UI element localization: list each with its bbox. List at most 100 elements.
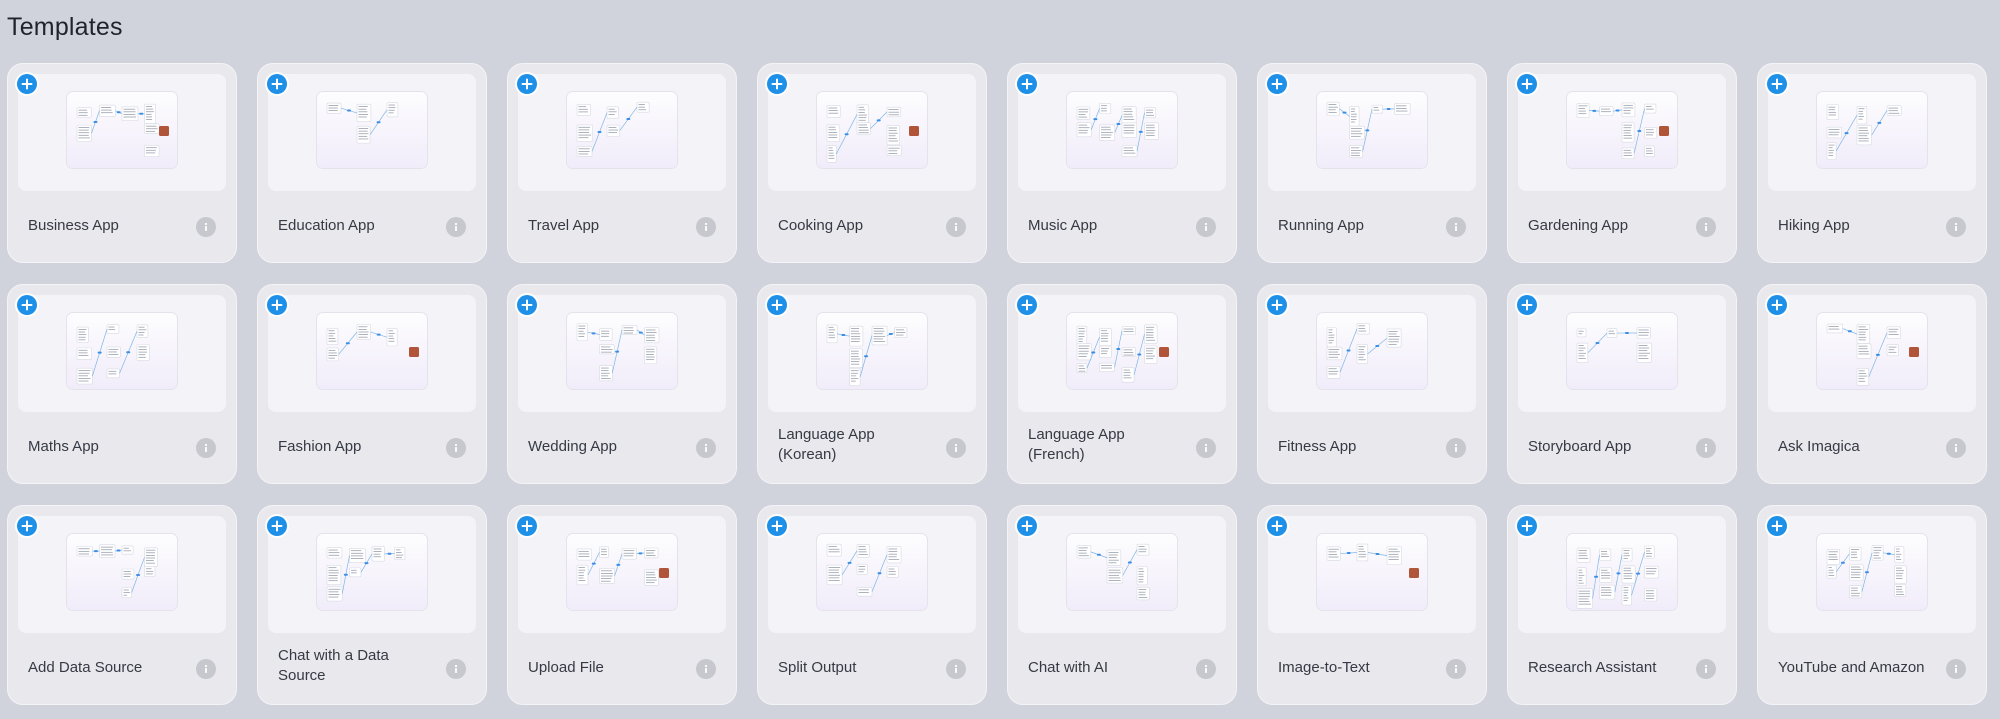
template-preview [518,295,726,412]
flow-diagram-icon [1076,102,1159,158]
info-icon[interactable] [196,217,216,237]
info-icon[interactable] [1196,217,1216,237]
template-card[interactable]: Fashion App [257,284,487,484]
plus-icon[interactable] [1517,295,1537,315]
template-preview [1018,74,1226,191]
info-icon[interactable] [446,438,466,458]
info-icon[interactable] [946,217,966,237]
template-card[interactable]: Cooking App [757,63,987,263]
plus-icon[interactable] [1267,295,1287,315]
template-card[interactable]: Split Output [757,505,987,705]
info-icon[interactable] [1446,438,1466,458]
template-card[interactable]: Image-to-Text [1257,505,1487,705]
template-card[interactable]: Ask Imagica [1757,284,1987,484]
info-icon[interactable] [946,659,966,679]
info-icon[interactable] [1446,217,1466,237]
template-card[interactable]: YouTube and Amazon [1757,505,1987,705]
template-card[interactable]: Gardening App [1507,63,1737,263]
plus-icon[interactable] [767,516,787,536]
template-preview [1518,295,1726,412]
template-card[interactable]: Hiking App [1757,63,1987,263]
template-card[interactable]: Travel App [507,63,737,263]
flow-diagram-icon [1326,323,1402,379]
template-name: YouTube and Amazon [1778,659,1925,676]
plus-icon[interactable] [517,295,537,315]
template-card[interactable]: Education App [257,63,487,263]
info-icon[interactable] [1196,438,1216,458]
template-card[interactable]: Maths App [7,284,237,484]
template-card[interactable]: Language App (Korean) [757,284,987,484]
template-name: Split Output [778,659,857,676]
template-card[interactable]: Business App [7,63,237,263]
info-icon[interactable] [1696,659,1716,679]
template-card[interactable]: Wedding App [507,284,737,484]
template-card[interactable]: Fitness App [1257,284,1487,484]
flow-thumbnail [1567,92,1677,168]
flow-thumbnail [1067,92,1177,168]
template-card[interactable]: Music App [1007,63,1237,263]
plus-icon[interactable] [517,74,537,94]
plus-icon[interactable] [1017,516,1037,536]
info-icon[interactable] [1946,217,1966,237]
template-name: Research Assistant [1528,659,1657,676]
info-icon[interactable] [696,438,716,458]
template-card[interactable]: Add Data Source [7,505,237,705]
flow-diagram-icon [576,101,650,157]
template-card[interactable]: Upload File [507,505,737,705]
info-icon[interactable] [446,217,466,237]
info-icon[interactable] [696,217,716,237]
flow-thumbnail [1567,313,1677,389]
template-card[interactable]: Research Assistant [1507,505,1737,705]
flow-thumbnail [817,92,927,168]
template-name: Language App (Korean) [778,426,875,463]
template-name: Wedding App [528,438,617,455]
flow-diagram-icon [1076,543,1150,601]
flow-diagram-icon [76,103,169,157]
flow-diagram-icon [1576,102,1669,160]
info-icon[interactable] [1696,438,1716,458]
flow-thumbnail [567,92,677,168]
plus-icon[interactable] [767,74,787,94]
template-name: Storyboard App [1528,438,1632,455]
plus-icon[interactable] [1267,74,1287,94]
plus-icon[interactable] [767,295,787,315]
template-name: Travel App [528,217,600,234]
template-card[interactable]: Running App [1257,63,1487,263]
plus-icon[interactable] [267,295,287,315]
flow-thumbnail [317,313,427,389]
plus-icon[interactable] [267,516,287,536]
template-card[interactable]: Storyboard App [1507,284,1737,484]
plus-icon[interactable] [1517,516,1537,536]
flow-thumbnail [67,313,177,389]
info-icon[interactable] [1446,659,1466,679]
plus-icon[interactable] [1767,74,1787,94]
info-icon[interactable] [446,659,466,679]
flow-diagram-icon [1326,543,1419,578]
plus-icon[interactable] [17,295,37,315]
templates-grid: Business App Education App Travel App Co… [7,63,1987,705]
plus-icon[interactable] [17,74,37,94]
flow-diagram-icon [326,102,399,144]
plus-icon[interactable] [1017,295,1037,315]
template-card[interactable]: Chat with a Data Source [257,505,487,705]
info-icon[interactable] [946,438,966,458]
info-icon[interactable] [196,659,216,679]
template-preview [268,74,476,191]
plus-icon[interactable] [1767,516,1787,536]
info-icon[interactable] [1946,438,1966,458]
template-card[interactable]: Language App (French) [1007,284,1237,484]
template-card[interactable]: Chat with AI [1007,505,1237,705]
plus-icon[interactable] [1017,74,1037,94]
info-icon[interactable] [1696,217,1716,237]
plus-icon[interactable] [517,516,537,536]
info-icon[interactable] [196,438,216,458]
info-icon[interactable] [696,659,716,679]
info-icon[interactable] [1196,659,1216,679]
plus-icon[interactable] [267,74,287,94]
info-icon[interactable] [1946,659,1966,679]
plus-icon[interactable] [1267,516,1287,536]
plus-icon[interactable] [1767,295,1787,315]
template-preview [1518,516,1726,633]
plus-icon[interactable] [17,516,37,536]
plus-icon[interactable] [1517,74,1537,94]
